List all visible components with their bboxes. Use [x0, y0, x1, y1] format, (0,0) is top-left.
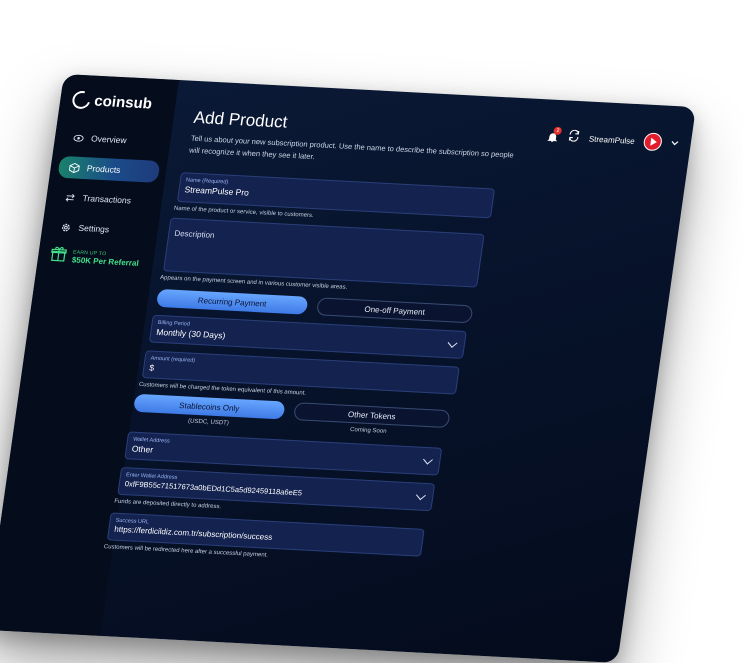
gift-icon: [49, 245, 68, 267]
sidebar-item-label: Products: [86, 163, 122, 175]
recurring-payment-button[interactable]: Recurring Payment: [155, 288, 309, 315]
sidebar-item-label: Overview: [90, 133, 128, 146]
page-intro: Tell us about your new subscription prod…: [188, 133, 515, 162]
sidebar-item-settings[interactable]: Settings: [49, 215, 152, 242]
app-window: coinsub Overview Products Transactions S…: [0, 74, 697, 663]
other-tokens-note: Coming Soon: [349, 427, 387, 435]
user-name[interactable]: StreamPulse: [588, 134, 635, 145]
refresh-icon[interactable]: [567, 128, 582, 146]
top-bar: 2 StreamPulse: [546, 126, 681, 152]
play-icon: [650, 137, 658, 147]
sidebar-item-transactions[interactable]: Transactions: [53, 186, 156, 213]
notification-badge: 2: [553, 126, 563, 136]
gear-icon: [60, 221, 73, 232]
page-title: Add Product: [192, 107, 289, 132]
wallet-help: Funds are deposited directly to address.: [113, 498, 222, 511]
logo[interactable]: coinsub: [69, 87, 154, 113]
stablecoins-only-button[interactable]: Stablecoins Only: [133, 393, 286, 420]
cube-icon: [68, 162, 81, 173]
sidebar-item-overview[interactable]: Overview: [62, 126, 165, 153]
referral-banner[interactable]: EARN UP TO $50K Per Referral: [49, 245, 141, 270]
notifications-button[interactable]: 2: [546, 126, 563, 143]
other-tokens-button[interactable]: Other Tokens: [293, 402, 451, 429]
chevron-down-icon[interactable]: [670, 134, 681, 152]
sidebar-item-label: Settings: [77, 222, 110, 235]
main-content: Add Product Tell us about your new subsc…: [103, 80, 696, 663]
eye-icon: [72, 132, 85, 143]
sidebar-item-label: Transactions: [82, 193, 132, 206]
one-off-payment-button[interactable]: One-off Payment: [315, 297, 474, 324]
stablecoins-note: (USDC, USDT): [187, 418, 230, 427]
coinsub-logo-icon: [69, 87, 94, 112]
logo-text: coinsub: [93, 92, 154, 113]
exchange-icon: [64, 192, 77, 203]
avatar[interactable]: [642, 132, 664, 152]
description-placeholder: Description: [173, 228, 216, 240]
sidebar-item-products[interactable]: Products: [57, 155, 161, 183]
